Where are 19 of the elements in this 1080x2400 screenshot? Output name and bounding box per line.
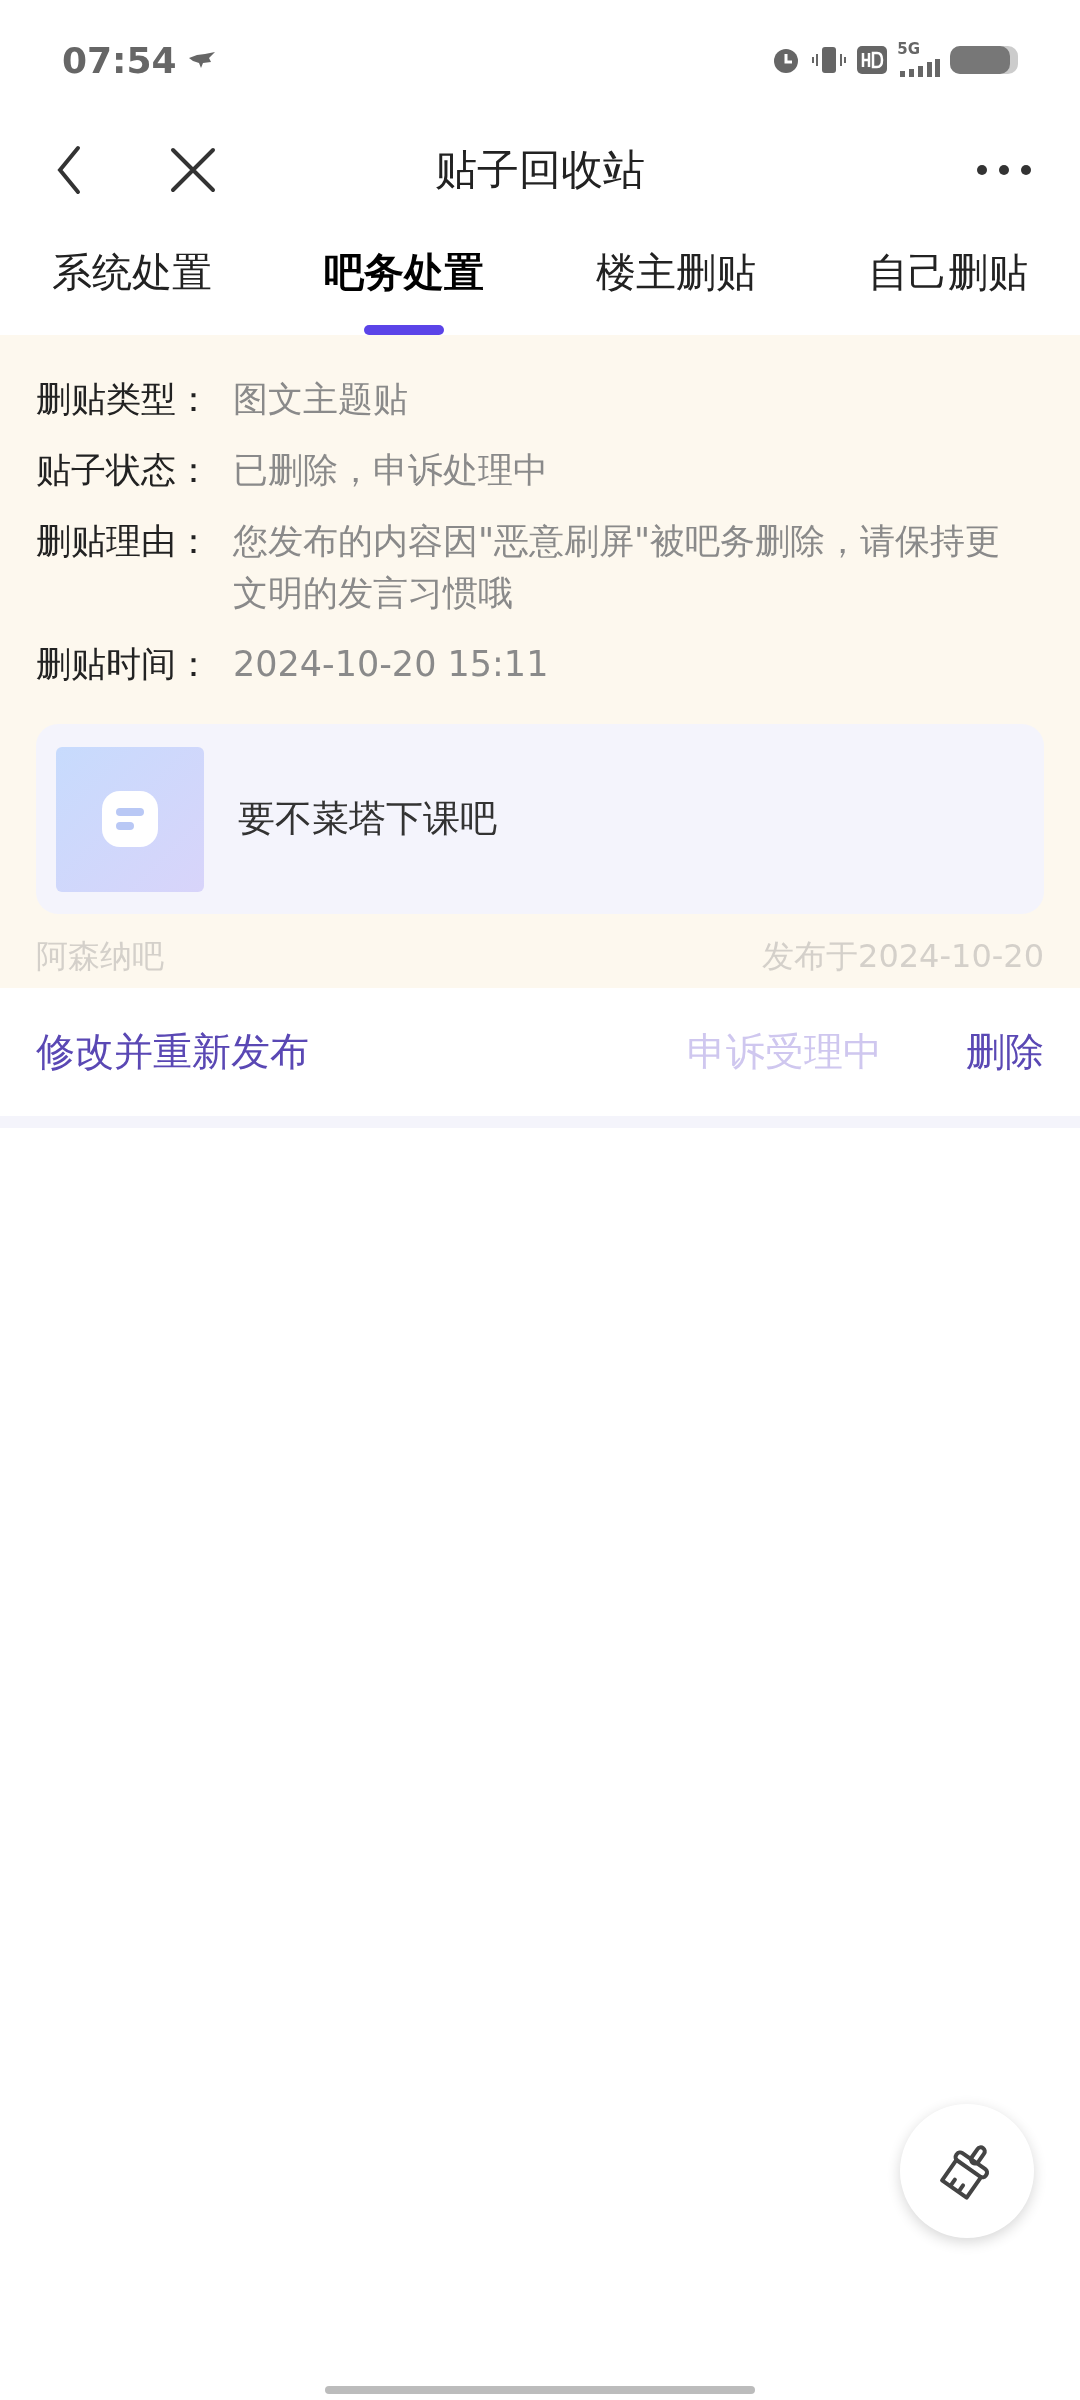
action-button[interactable]: 修改并重新发布	[36, 1025, 309, 1079]
tab[interactable]: 自己删贴	[868, 220, 1028, 335]
detail-label: 删贴类型：	[36, 378, 212, 421]
detail-value: 您发布的内容因"恶意刷屏"被吧务删除，请保持更文明的发言习惯哦	[233, 520, 1002, 615]
network-type: 5G	[897, 40, 920, 58]
detail-label: 删贴时间：	[36, 643, 212, 686]
action-button[interactable]: 删除	[966, 1025, 1044, 1079]
page-title: 贴子回收站	[434, 144, 646, 196]
post-card[interactable]: 要不菜塔下课吧	[36, 724, 1044, 914]
detail-value: 已删除，申诉处理中	[233, 449, 548, 492]
detail-value: 图文主题贴	[233, 378, 408, 421]
detail-label: 删贴理由：	[36, 520, 212, 563]
detail-label: 贴子状态：	[36, 449, 212, 492]
tab[interactable]: 楼主删贴	[596, 220, 756, 335]
tab[interactable]: 吧务处置	[324, 220, 484, 335]
post-title: 要不菜塔下课吧	[238, 796, 497, 842]
status-time: 07:54	[62, 39, 177, 81]
detail-value: 2024-10-20 15:11	[233, 643, 549, 686]
tab[interactable]: 系统处置	[52, 220, 212, 335]
